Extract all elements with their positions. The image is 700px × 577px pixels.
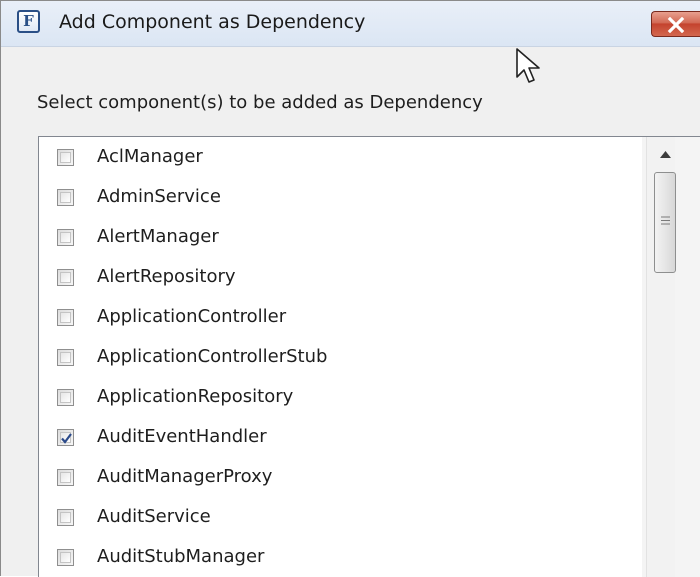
list-item-label: ApplicationRepository [97, 386, 294, 407]
scroll-track[interactable] [646, 137, 676, 577]
checkbox[interactable] [57, 229, 74, 246]
scroll-up-arrow-icon[interactable] [660, 151, 671, 158]
checkbox[interactable] [57, 349, 74, 366]
scroll-thumb[interactable] [654, 172, 676, 273]
list-item[interactable]: AclManager [39, 137, 639, 178]
list-item[interactable]: AlertManager [39, 217, 639, 258]
list-item-label: AuditEventHandler [97, 426, 267, 447]
close-x-icon [667, 17, 685, 33]
list-item[interactable]: ApplicationControllerStub [39, 337, 639, 378]
list-item-label: AdminService [97, 186, 221, 207]
list-item-label: AclManager [97, 146, 203, 167]
list-item-label: ApplicationController [97, 306, 287, 327]
checkmark-icon [61, 433, 72, 444]
list-item[interactable]: AuditStubManager [39, 537, 639, 577]
list-item-label: AuditService [97, 506, 211, 527]
checkbox[interactable] [57, 309, 74, 326]
checkbox[interactable] [57, 469, 74, 486]
checkbox-checked[interactable] [57, 429, 74, 446]
list-item-label: AlertRepository [97, 266, 236, 287]
scroll-grip-icon [661, 216, 670, 225]
vertical-scrollbar[interactable] [642, 137, 700, 577]
list-item[interactable]: AdminService [39, 177, 639, 218]
app-icon: F [17, 10, 40, 33]
list-item[interactable]: AuditService [39, 497, 639, 538]
component-list[interactable]: AclManager AdminService AlertManager AlertR… [38, 136, 700, 577]
window-title: Add Component as Dependency [59, 11, 366, 33]
list-item[interactable]: ApplicationRepository [39, 377, 639, 418]
dialog-window: F Add Component as Dependency Select com… [0, 0, 700, 577]
list-item[interactable]: ApplicationController [39, 297, 639, 338]
checkbox[interactable] [57, 389, 74, 406]
list-item-label: AlertManager [97, 226, 219, 247]
checkbox[interactable] [57, 269, 74, 286]
list-item-label: AuditStubManager [97, 546, 265, 567]
checkbox[interactable] [57, 189, 74, 206]
instruction-text: Select component(s) to be added as Depen… [37, 92, 483, 113]
list-item-label: ApplicationControllerStub [97, 346, 328, 367]
list-item[interactable]: AuditManagerProxy [39, 457, 639, 498]
checkbox[interactable] [57, 149, 74, 166]
list-item-label: AuditManagerProxy [97, 466, 273, 487]
list-item[interactable]: AuditEventHandler [39, 417, 639, 458]
close-button[interactable] [651, 11, 700, 37]
checkbox[interactable] [57, 509, 74, 526]
checkbox[interactable] [57, 549, 74, 566]
title-bar[interactable]: F Add Component as Dependency [1, 1, 700, 47]
mouse-pointer-icon [516, 48, 540, 83]
list-item[interactable]: AlertRepository [39, 257, 639, 298]
